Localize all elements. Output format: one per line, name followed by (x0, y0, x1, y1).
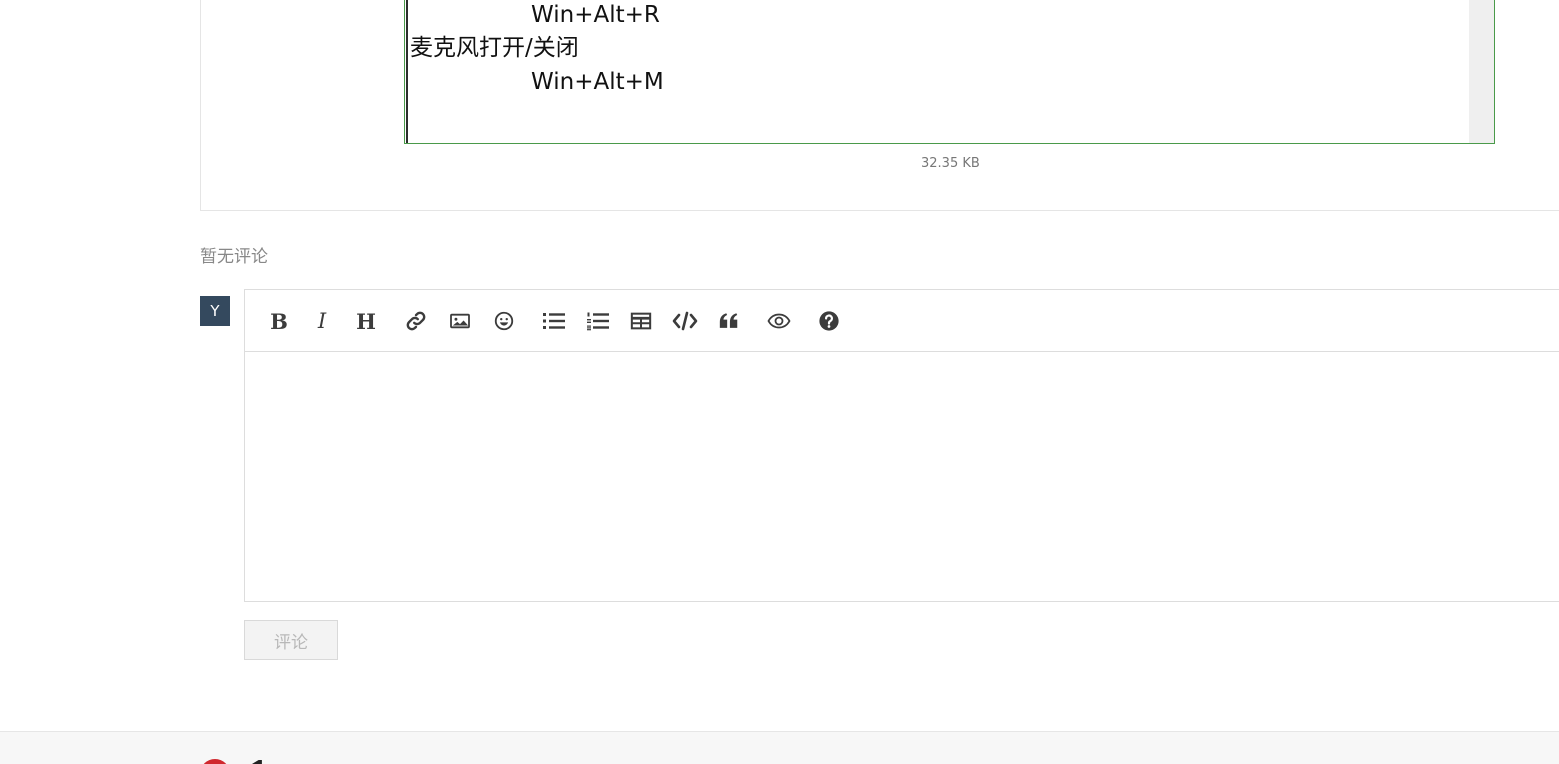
submit-comment-button[interactable]: 评论 (244, 620, 338, 660)
footer-brand-mark (252, 760, 274, 764)
preview-icon (767, 313, 791, 329)
avatar[interactable]: Y (200, 296, 230, 326)
bullet-list-icon (543, 313, 565, 329)
numbered-list-button[interactable] (584, 307, 612, 335)
comment-textarea[interactable] (245, 352, 1559, 601)
heading-icon: H (356, 308, 376, 334)
attachment-text-line: 麦克风打开/关闭 (410, 35, 579, 61)
attachment-text-line: Win+Alt+R (531, 2, 660, 28)
link-button[interactable] (402, 307, 430, 335)
image-icon (450, 313, 470, 329)
attachment-scrollbar[interactable] (1469, 0, 1494, 143)
quote-button[interactable] (715, 307, 743, 335)
link-icon (406, 311, 426, 331)
image-button[interactable] (446, 307, 474, 335)
table-button[interactable] (627, 307, 655, 335)
footer (0, 731, 1559, 764)
emoji-button[interactable] (490, 307, 518, 335)
bullet-list-button[interactable] (540, 307, 568, 335)
editor-toolbar: B I H (245, 290, 1559, 352)
page: Win+Alt+R 麦克风打开/关闭 Win+Alt+M 32.35 KB 暂无… (0, 0, 1559, 764)
code-button[interactable] (671, 307, 699, 335)
comment-editor: B I H (244, 289, 1559, 602)
italic-icon: I (317, 308, 327, 333)
bold-icon: B (270, 308, 288, 334)
heading-button[interactable]: H (352, 307, 380, 335)
attachment-file-size: 32.35 KB (921, 156, 980, 171)
footer-logo[interactable] (200, 759, 230, 764)
help-icon (819, 311, 839, 331)
quote-icon (719, 313, 738, 328)
attachment-text-line: Win+Alt+M (531, 69, 664, 95)
numbered-list-icon (587, 312, 609, 331)
attachment-image[interactable]: Win+Alt+R 麦克风打开/关闭 Win+Alt+M (404, 0, 1495, 144)
emoji-icon (494, 311, 514, 331)
bold-button[interactable]: B (265, 307, 293, 335)
italic-button[interactable]: I (308, 307, 336, 335)
code-icon (672, 311, 698, 331)
table-icon (630, 312, 652, 330)
help-button[interactable] (815, 307, 843, 335)
preview-button[interactable] (765, 307, 793, 335)
no-comments-text: 暂无评论 (200, 247, 268, 267)
